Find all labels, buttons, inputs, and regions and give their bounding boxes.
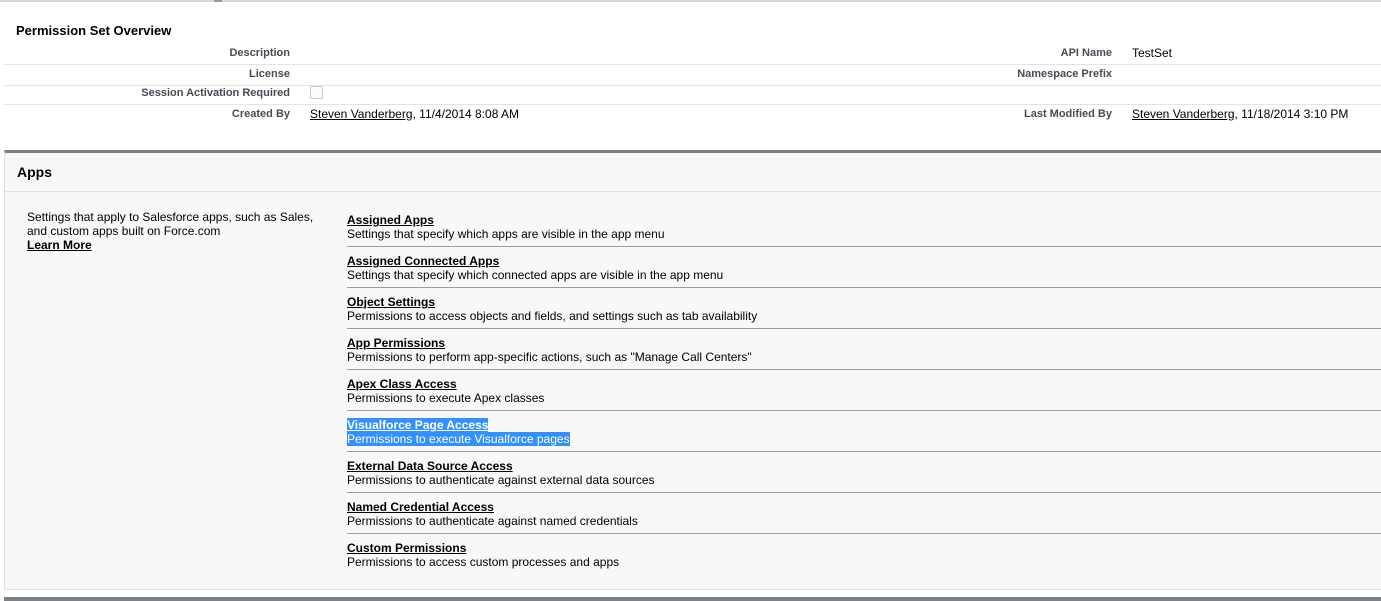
description-label: Description (229, 47, 290, 59)
api-name-value: TestSet (1132, 46, 1173, 60)
apps-section: Apps Settings that apply to Salesforce a… (4, 150, 1381, 590)
setting-title-link[interactable]: Assigned Connected Apps (347, 254, 499, 268)
last-modified-label: Last Modified By (1023, 108, 1112, 120)
created-by-date: , 11/4/2014 8:08 AM (412, 107, 520, 121)
last-modified-date: , 11/18/2014 3:10 PM (1234, 107, 1349, 121)
created-by-label: Created By (231, 108, 290, 120)
setting-title-link[interactable]: Visualforce Page Access (347, 418, 489, 432)
session-activation-label: Session Activation Required (141, 87, 290, 99)
setting-title-link[interactable]: Apex Class Access (347, 377, 457, 391)
setting-description: Permissions to access objects and fields… (347, 309, 758, 323)
setting-description: Settings that specify which apps are vis… (347, 227, 665, 241)
setting-external-data-source-access: External Data Source Access Permissions … (347, 452, 1381, 493)
setting-custom-permissions: Custom Permissions Permissions to access… (347, 534, 1381, 574)
setting-apex-class-access: Apex Class Access Permissions to execute… (347, 370, 1381, 411)
apps-description-line1: Settings that apply to Salesforce apps, … (27, 210, 314, 224)
setting-description: Permissions to access custom processes a… (347, 555, 620, 569)
setting-object-settings: Object Settings Permissions to access ob… (347, 288, 1381, 329)
apps-description: Settings that apply to Salesforce apps, … (27, 210, 327, 252)
setting-app-permissions: App Permissions Permissions to perform a… (347, 329, 1381, 370)
setting-title-link[interactable]: Object Settings (347, 295, 435, 309)
namespace-prefix-label: Namespace Prefix (1017, 68, 1112, 80)
api-name-label: API Name (1060, 47, 1112, 59)
apps-title-divider (5, 191, 1381, 192)
setting-title-link[interactable]: Assigned Apps (347, 213, 434, 227)
learn-more-link[interactable]: Learn More (27, 238, 92, 252)
scroll-marker (214, 0, 222, 2)
created-by-user-link[interactable]: Steven Vanderberg (310, 107, 413, 121)
setting-assigned-connected-apps: Assigned Connected Apps Settings that sp… (347, 247, 1381, 288)
setting-description: Permissions to authenticate against exte… (347, 473, 655, 487)
setting-description: Permissions to execute Apex classes (347, 391, 545, 405)
setting-title-link[interactable]: App Permissions (347, 336, 445, 350)
setting-description: Settings that specify which connected ap… (347, 268, 724, 282)
next-section-divider (4, 597, 1381, 601)
apps-section-title: Apps (17, 164, 52, 180)
setting-title-link[interactable]: Custom Permissions (347, 541, 466, 555)
last-modified-value: Steven Vanderberg, 11/18/2014 3:10 PM (1132, 107, 1348, 121)
setting-description: Permissions to authenticate against name… (347, 514, 638, 528)
setting-named-credential-access: Named Credential Access Permissions to a… (347, 493, 1381, 534)
detail-row-license: License Namespace Prefix (5, 65, 1381, 86)
setting-visualforce-page-access: Visualforce Page Access Permissions to e… (347, 411, 1381, 452)
setting-title-link[interactable]: External Data Source Access (347, 459, 513, 473)
last-modified-user-link[interactable]: Steven Vanderberg (1132, 107, 1235, 121)
created-by-value: Steven Vanderberg, 11/4/2014 8:08 AM (310, 107, 519, 121)
setting-assigned-apps: Assigned Apps Settings that specify whic… (347, 206, 1381, 247)
top-divider (0, 0, 1381, 2)
detail-row-created-by: Created By Steven Vanderberg, 11/4/2014 … (5, 105, 1381, 125)
detail-row-description: Description API Name TestSet (5, 44, 1381, 65)
session-activation-checkbox (310, 86, 323, 99)
license-label: License (249, 68, 290, 80)
setting-description: Permissions to execute Visualforce pages (347, 432, 570, 446)
setting-description: Permissions to perform app-specific acti… (347, 350, 752, 364)
apps-description-line2: and custom apps built on Force.com (27, 224, 221, 238)
setting-title-link[interactable]: Named Credential Access (347, 500, 494, 514)
page-title: Permission Set Overview (16, 23, 172, 38)
detail-row-session-activation: Session Activation Required (5, 84, 1381, 105)
